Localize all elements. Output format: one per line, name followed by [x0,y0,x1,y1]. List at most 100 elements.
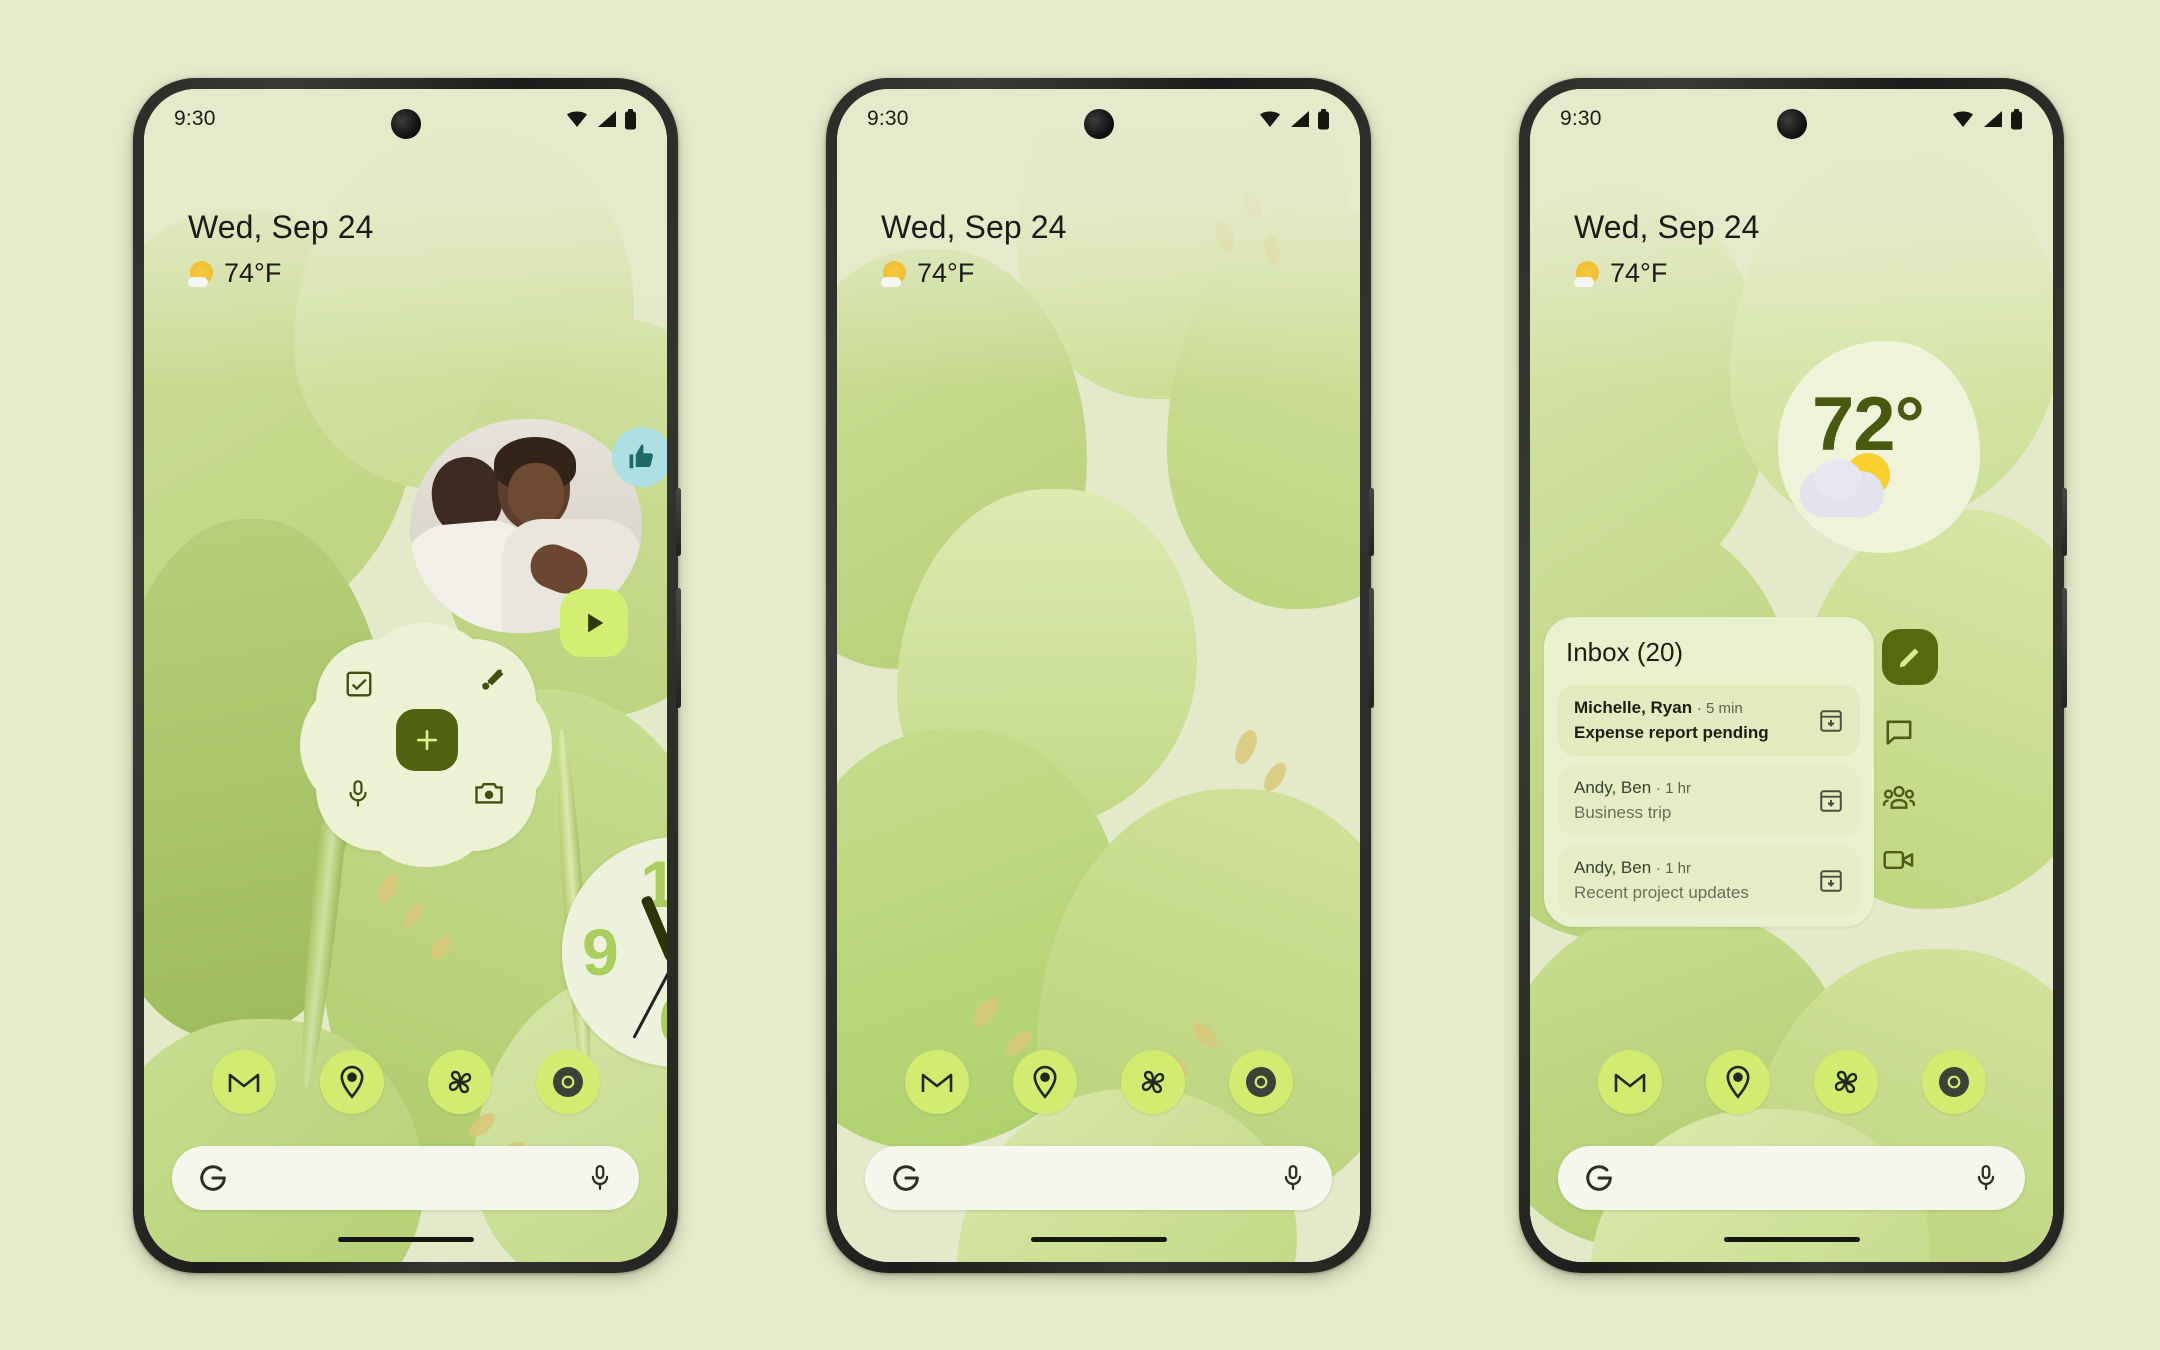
mail-time: · 5 min [1696,700,1743,717]
battery-icon [2011,108,2022,129]
clock-numeral-6: 6 [659,987,667,1053]
archive-icon[interactable] [1818,788,1844,814]
phone-1: 9:30 Wed, Sep 24 74°F 1 9 [133,78,681,1273]
google-g-icon [200,1165,226,1191]
phone-1-power-button[interactable] [676,488,681,556]
dock-item-gmail[interactable] [904,1050,969,1114]
battery-icon [625,108,636,129]
status-time: 9:30 [1560,107,1602,130]
phone-2-power-button[interactable] [1369,488,1374,556]
dock-item-chrome[interactable] [535,1050,600,1114]
status-time: 9:30 [867,107,909,130]
play-icon[interactable] [560,589,628,657]
add-note-button[interactable] [396,709,458,771]
date-text: Wed, Sep 24 [881,209,1067,245]
google-search-bar[interactable] [865,1146,1332,1210]
microphone-icon[interactable] [344,779,372,809]
front-camera-punch-hole [1083,109,1114,139]
google-search-bar[interactable] [172,1146,639,1210]
archive-icon[interactable] [1818,708,1844,734]
thumb-up-icon[interactable] [612,427,667,487]
mail-list: Michelle, Ryan · 5 min Expense report pe… [1558,685,1860,927]
photos-pinwheel-icon [1141,1070,1164,1094]
maps-pin-icon [339,1065,364,1099]
dock-item-gmail[interactable] [211,1050,276,1114]
weather-line: 74°F [881,258,1067,289]
date-text: Wed, Sep 24 [188,209,374,245]
dock-item-gmail[interactable] [1597,1050,1662,1114]
dock [1530,1050,2053,1114]
dock-item-chrome[interactable] [1228,1050,1293,1114]
mail-subject: Business trip [1574,803,1672,822]
dock-item-photos[interactable] [1120,1050,1185,1114]
microphone-icon[interactable] [587,1163,613,1193]
gesture-bar[interactable] [337,1237,474,1242]
cell-signal-icon [1291,111,1309,127]
photos-pinwheel-icon [1834,1070,1857,1094]
mail-time: · 1 hr [1655,860,1691,877]
wifi-icon [1260,111,1280,127]
mail-senders: Andy, Ben [1574,778,1652,797]
gmail-icon [228,1073,259,1092]
phone-3-power-button[interactable] [2062,488,2067,556]
mail-senders: Michelle, Ryan [1574,698,1693,717]
dock [837,1050,1360,1114]
gesture-bar[interactable] [1723,1237,1860,1242]
google-search-bar[interactable] [1558,1146,2025,1210]
mail-subject: Recent project updates [1574,883,1749,902]
date-weather-header[interactable]: Wed, Sep 24 74°F [881,209,1067,289]
clock-numeral-9: 9 [582,915,619,989]
status-time: 9:30 [174,107,216,130]
gmail-inbox-widget[interactable]: Inbox (20) Michelle, Ryan · 5 min Expens… [1544,617,1874,927]
chrome-icon [1938,1067,1969,1097]
archive-icon[interactable] [1818,868,1844,894]
video-camera-icon[interactable] [1882,847,1916,873]
partly-cloudy-icon [1800,449,1896,521]
table-row[interactable] [1558,925,1860,927]
chat-bubble-icon[interactable] [1883,717,1915,749]
status-icons [565,108,637,130]
compose-button[interactable] [1882,629,1938,685]
pencil-icon [1899,648,1919,668]
phone-1-volume-button[interactable] [676,588,681,708]
chrome-icon [552,1067,583,1097]
battery-icon [1318,108,1329,129]
weather-widget[interactable]: 72° [1778,341,1980,553]
date-weather-header[interactable]: Wed, Sep 24 74°F [188,209,374,289]
temperature-text: 74°F [224,258,282,288]
table-row[interactable]: Michelle, Ryan · 5 min Expense report pe… [1558,685,1860,756]
phone-1-screen: 9:30 Wed, Sep 24 74°F 1 9 [144,89,667,1262]
checkbox-icon[interactable] [344,669,374,699]
gmail-side-rail [1882,717,1916,873]
dock-item-photos[interactable] [1813,1050,1878,1114]
maps-pin-icon [1725,1065,1750,1099]
dock-item-photos[interactable] [427,1050,492,1114]
status-icons [1951,108,2023,130]
brush-icon[interactable] [478,667,506,695]
dock-item-maps[interactable] [1705,1050,1770,1114]
gmail-icon [921,1073,952,1092]
phone-2-screen: 9:30 Wed, Sep 24 74°F [837,89,1360,1262]
dock-item-maps[interactable] [319,1050,384,1114]
cell-signal-icon [1984,111,2002,127]
chrome-icon [1245,1067,1276,1097]
phone-3-volume-button[interactable] [2062,588,2067,708]
date-text: Wed, Sep 24 [1574,209,1760,245]
date-weather-header[interactable]: Wed, Sep 24 74°F [1574,209,1760,289]
phone-2: 9:30 Wed, Sep 24 74°F [826,78,1374,1273]
dock-item-chrome[interactable] [1921,1050,1986,1114]
table-row[interactable]: Andy, Ben · 1 hr Business trip [1558,765,1860,836]
gesture-bar[interactable] [1030,1237,1167,1242]
gmail-icon [1614,1073,1645,1092]
mail-sender-line: Andy, Ben · 1 hr [1574,778,1691,798]
google-g-icon [893,1165,919,1191]
table-row[interactable]: Andy, Ben · 1 hr Recent project updates [1558,845,1860,916]
front-camera-punch-hole [390,109,421,139]
people-group-icon[interactable] [1882,783,1916,813]
cell-signal-icon [598,111,616,127]
dock-item-maps[interactable] [1012,1050,1077,1114]
microphone-icon[interactable] [1973,1163,1999,1193]
camera-icon[interactable] [474,779,504,807]
microphone-icon[interactable] [1280,1163,1306,1193]
phone-2-volume-button[interactable] [1369,588,1374,708]
